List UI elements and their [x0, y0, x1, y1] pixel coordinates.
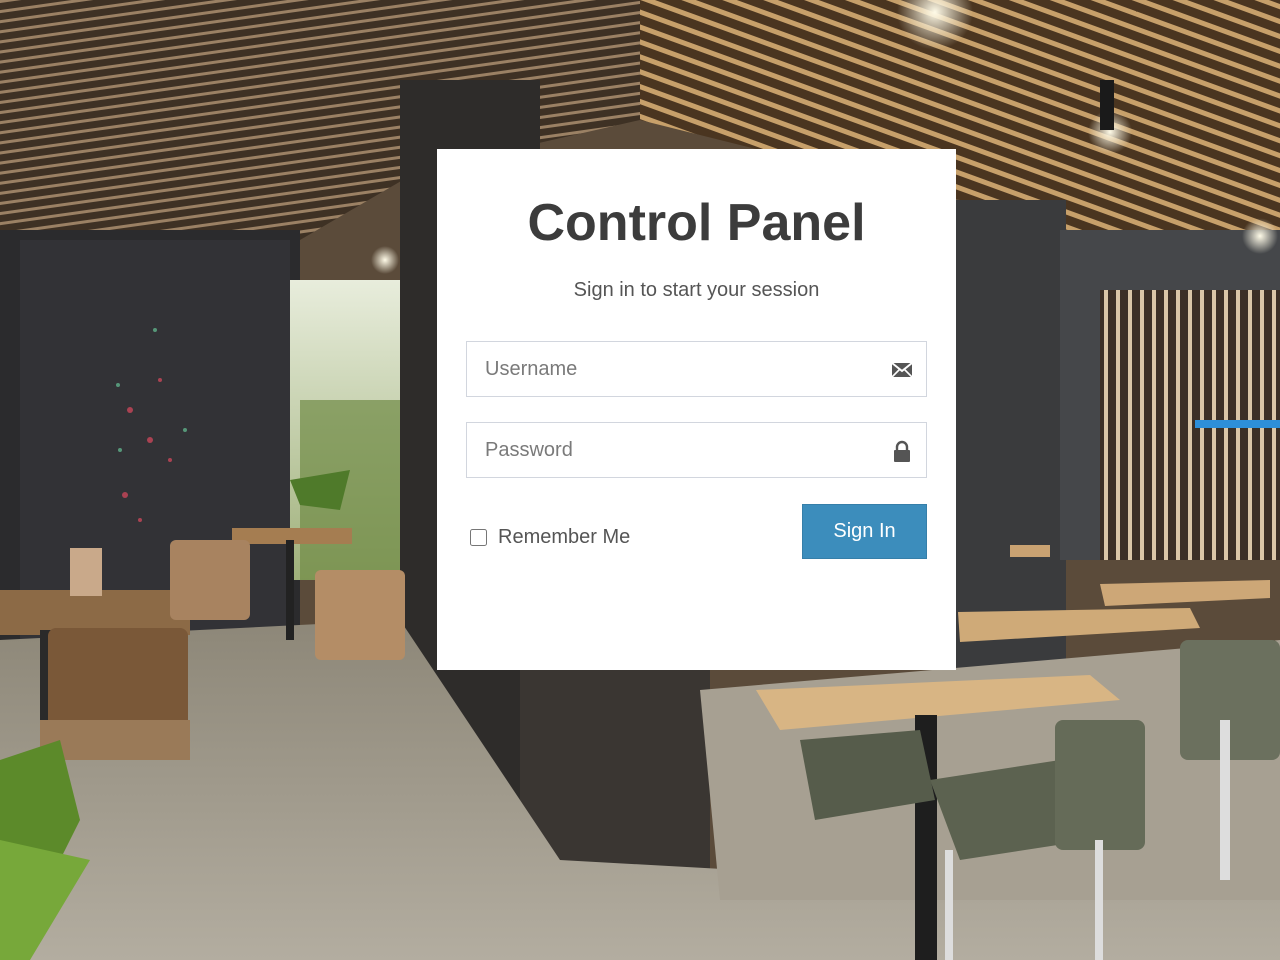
- password-input[interactable]: [467, 423, 926, 477]
- lock-icon: [890, 440, 914, 462]
- login-card: Control Panel Sign in to start your sess…: [437, 149, 956, 670]
- username-field-container: [466, 341, 927, 397]
- username-input[interactable]: [467, 342, 926, 396]
- remember-me[interactable]: Remember Me: [470, 525, 630, 549]
- remember-me-checkbox[interactable]: [470, 528, 487, 546]
- page-title: Control Panel: [527, 194, 866, 252]
- envelope-icon: [890, 359, 914, 381]
- sign-in-button[interactable]: Sign In: [802, 504, 927, 559]
- remember-me-label: Remember Me: [498, 525, 631, 548]
- login-subtitle: Sign in to start your session: [573, 279, 820, 301]
- password-field-container: [466, 422, 927, 478]
